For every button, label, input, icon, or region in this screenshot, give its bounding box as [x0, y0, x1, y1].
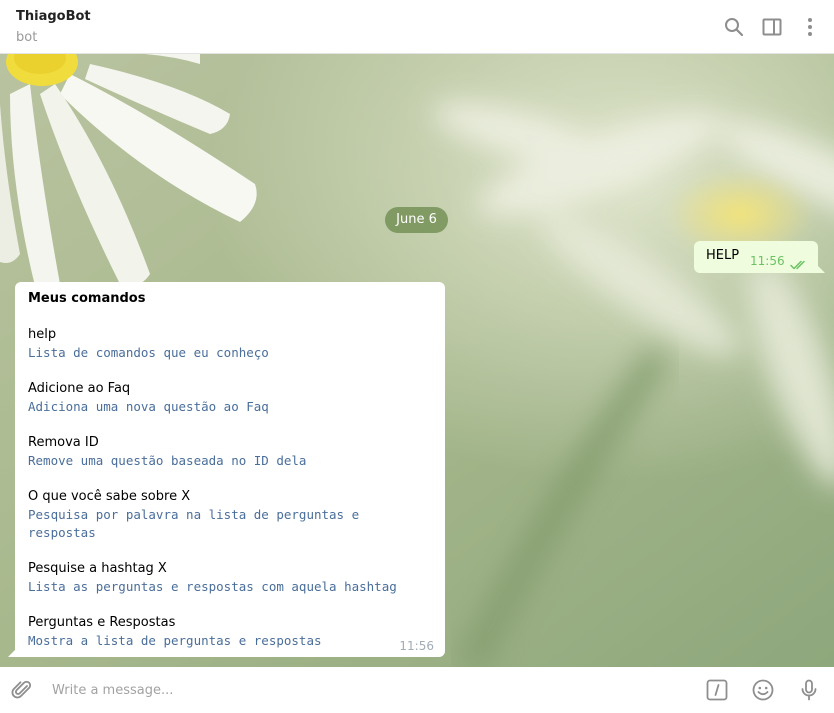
- message-text: HELP: [706, 248, 740, 263]
- command-description: Lista de comandos que eu conheço: [28, 345, 269, 360]
- command-name: O que você sabe sobre X: [28, 489, 191, 504]
- sidebar-toggle-icon[interactable]: [760, 15, 784, 39]
- chat-status: bot: [16, 30, 38, 45]
- search-icon[interactable]: [722, 15, 746, 39]
- commands-header: Meus comandos: [28, 291, 146, 306]
- chat-title[interactable]: ThiagoBot: [16, 9, 91, 24]
- emoji-icon[interactable]: [751, 678, 775, 702]
- message-time: 11:56: [750, 254, 785, 268]
- bot-command-icon[interactable]: [705, 678, 729, 702]
- bubble-tail: [8, 649, 16, 657]
- bubble-tail: [817, 265, 825, 273]
- double-check-icon: [790, 255, 808, 274]
- command-description: Pesquisa por palavra na lista de pergunt…: [28, 507, 360, 540]
- microphone-icon[interactable]: [797, 678, 821, 702]
- command-description: Remove uma questão baseada no ID dela: [28, 453, 307, 468]
- command-name: Remova ID: [28, 435, 99, 450]
- command-name: Adicione ao Faq: [28, 381, 131, 396]
- command-name: Pesquise a hashtag X: [28, 561, 167, 576]
- outgoing-message[interactable]: HELP 11:56: [694, 241, 825, 274]
- command-name: help: [28, 327, 57, 342]
- message-time: 11:56: [399, 639, 434, 653]
- date-separator: June 6: [385, 207, 448, 233]
- message-composer: [0, 667, 834, 713]
- command-description: Lista as perguntas e respostas com aquel…: [28, 579, 397, 594]
- command-name: Perguntas e Respostas: [28, 615, 176, 630]
- command-description: Adiciona uma nova questão ao Faq: [28, 399, 269, 414]
- command-description: Mostra a lista de perguntas e respostas: [28, 633, 322, 648]
- attach-icon[interactable]: [10, 678, 34, 702]
- telegram-window: ThiagoBot bot June 6 HELP 11:56 Meus com…: [0, 0, 834, 713]
- message-input[interactable]: [44, 676, 700, 704]
- chat-header: ThiagoBot bot: [0, 0, 834, 54]
- more-vertical-icon[interactable]: [798, 15, 822, 39]
- message-list[interactable]: June 6 HELP 11:56 Meus comandos help Lis…: [0, 54, 834, 667]
- incoming-message[interactable]: Meus comandos help Lista de comandos que…: [8, 282, 445, 657]
